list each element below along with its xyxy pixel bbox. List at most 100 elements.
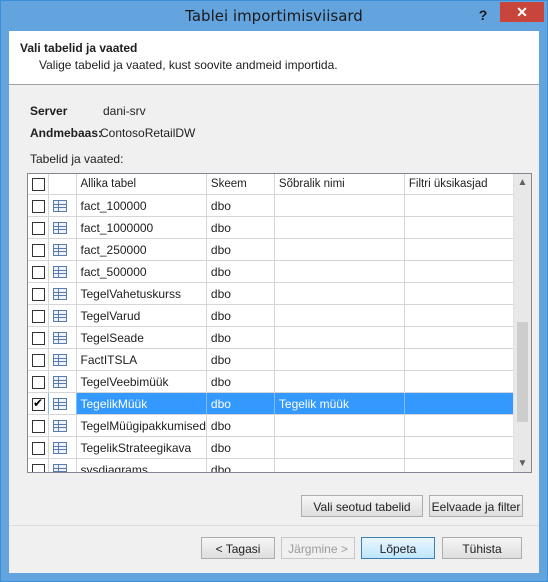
row-checkbox-cell[interactable]	[28, 414, 49, 437]
friendly-name-cell[interactable]	[274, 326, 405, 349]
table-row[interactable]: TegelVarud dbo	[28, 304, 515, 327]
source-table-cell[interactable]: TegelMüügipakkumised	[76, 414, 207, 437]
row-checkbox-cell[interactable]	[28, 282, 49, 305]
filter-details-cell[interactable]	[404, 348, 515, 371]
scroll-down-icon[interactable]: ▼	[514, 455, 531, 472]
filter-details-cell[interactable]	[404, 238, 515, 261]
row-checkbox[interactable]	[32, 309, 45, 323]
filter-details-cell[interactable]	[404, 282, 515, 305]
row-checkbox-cell[interactable]	[28, 458, 49, 472]
table-row[interactable]: fact_100000 dbo	[28, 194, 515, 217]
filter-details-cell[interactable]	[404, 304, 515, 327]
column-header-filter-details[interactable]: Filtri üksikasjad	[404, 174, 515, 195]
cancel-button[interactable]: Tühista	[442, 537, 522, 559]
column-header-schema[interactable]: Skeem	[206, 174, 275, 195]
row-checkbox[interactable]	[32, 375, 45, 389]
table-grid-icon	[52, 398, 67, 411]
column-header-source-table[interactable]: Allika tabel	[76, 174, 207, 195]
row-checkbox[interactable]	[32, 287, 45, 301]
select-related-tables-button[interactable]: Vali seotud tabelid	[301, 495, 423, 517]
friendly-name-cell[interactable]	[274, 458, 405, 472]
friendly-name-cell[interactable]	[274, 348, 405, 371]
close-button[interactable]: ✕	[500, 2, 544, 22]
header-subtitle: Valige tabelid ja vaated, kust soovite a…	[39, 58, 338, 72]
row-checkbox[interactable]	[32, 441, 45, 455]
source-table-cell[interactable]: fact_100000	[76, 194, 207, 217]
back-button[interactable]: < Tagasi	[201, 537, 275, 559]
row-checkbox[interactable]	[32, 199, 45, 213]
row-checkbox[interactable]	[32, 265, 45, 279]
row-checkbox-cell[interactable]	[28, 238, 49, 261]
row-checkbox-cell[interactable]	[28, 348, 49, 371]
row-checkbox[interactable]	[32, 396, 45, 411]
filter-details-cell[interactable]	[404, 436, 515, 459]
filter-details-cell[interactable]	[404, 216, 515, 239]
source-table-cell[interactable]: TegelVarud	[76, 304, 207, 327]
row-checkbox[interactable]	[32, 331, 45, 345]
filter-details-cell[interactable]	[404, 370, 515, 393]
preview-and-filter-button[interactable]: Eelvaade ja filter	[429, 495, 523, 517]
table-row[interactable]: TegelSeade dbo	[28, 326, 515, 349]
filter-details-cell[interactable]	[404, 326, 515, 349]
friendly-name-cell[interactable]: Tegelik müük	[274, 392, 405, 415]
row-checkbox-cell[interactable]	[28, 216, 49, 239]
table-row[interactable]: TegelikStrateegikava dbo	[28, 436, 515, 459]
row-checkbox-cell[interactable]	[28, 260, 49, 283]
table-row[interactable]: TegelVeebimüük dbo	[28, 370, 515, 393]
source-table-cell[interactable]: TegelikStrateegikava	[76, 436, 207, 459]
vertical-scrollbar[interactable]: ▲ ▼	[513, 174, 531, 472]
table-row[interactable]: fact_250000 dbo	[28, 238, 515, 261]
row-checkbox[interactable]	[32, 221, 45, 235]
filter-details-cell[interactable]	[404, 392, 515, 415]
row-checkbox-cell[interactable]	[28, 370, 49, 393]
row-checkbox-cell[interactable]	[28, 194, 49, 217]
filter-details-cell[interactable]	[404, 260, 515, 283]
friendly-name-cell[interactable]	[274, 216, 405, 239]
filter-details-cell[interactable]	[404, 194, 515, 217]
title-bar[interactable]: Tablei importimisviisard ? ✕	[1, 1, 547, 31]
help-icon[interactable]: ?	[473, 5, 493, 25]
friendly-name-cell[interactable]	[274, 238, 405, 261]
table-row[interactable]: TegelikMüükdboTegelik müük	[28, 392, 515, 415]
filter-details-cell[interactable]	[404, 458, 515, 472]
friendly-name-cell[interactable]	[274, 194, 405, 217]
source-table-cell[interactable]: FactITSLA	[76, 348, 207, 371]
select-all-cell[interactable]	[28, 174, 49, 195]
filter-details-cell[interactable]	[404, 414, 515, 437]
row-checkbox[interactable]	[32, 353, 45, 367]
table-row[interactable]: TegelMüügipakkumised dbo	[28, 414, 515, 437]
source-table-cell[interactable]: fact_1000000	[76, 216, 207, 239]
row-checkbox[interactable]	[32, 463, 45, 472]
source-table-cell[interactable]: TegelVeebimüük	[76, 370, 207, 393]
row-checkbox[interactable]	[32, 243, 45, 257]
friendly-name-cell[interactable]	[274, 414, 405, 437]
row-checkbox-cell[interactable]	[28, 436, 49, 459]
source-table-cell[interactable]: TegelVahetuskurss	[76, 282, 207, 305]
friendly-name-cell[interactable]	[274, 370, 405, 393]
table-row[interactable]: sysdiagrams dbo	[28, 458, 515, 472]
source-table-cell[interactable]: TegelikMüük	[76, 392, 207, 415]
row-checkbox-cell[interactable]	[28, 326, 49, 349]
scroll-up-icon[interactable]: ▲	[514, 174, 531, 191]
scrollbar-thumb[interactable]	[517, 322, 528, 422]
column-header-friendly-name[interactable]: Sõbralik nimi	[274, 174, 405, 195]
friendly-name-cell[interactable]	[274, 304, 405, 327]
source-table-cell[interactable]: fact_250000	[76, 238, 207, 261]
row-checkbox[interactable]	[32, 419, 45, 433]
table-row[interactable]: TegelVahetuskurss dbo	[28, 282, 515, 305]
next-button[interactable]: Järgmine >	[281, 537, 355, 559]
table-row[interactable]: FactITSLA dbo	[28, 348, 515, 371]
tables-grid[interactable]: Allika tabel Skeem Sõbralik nimi Filtri …	[27, 173, 532, 473]
table-row[interactable]: fact_1000000 dbo	[28, 216, 515, 239]
finish-button[interactable]: Lõpeta	[361, 537, 435, 559]
table-row[interactable]: fact_500000 dbo	[28, 260, 515, 283]
row-checkbox-cell[interactable]	[28, 304, 49, 327]
source-table-cell[interactable]: fact_500000	[76, 260, 207, 283]
source-table-cell[interactable]: sysdiagrams	[76, 458, 207, 472]
friendly-name-cell[interactable]	[274, 436, 405, 459]
source-table-cell[interactable]: TegelSeade	[76, 326, 207, 349]
friendly-name-cell[interactable]	[274, 282, 405, 305]
row-checkbox-cell[interactable]	[28, 392, 49, 415]
select-all-checkbox[interactable]	[32, 177, 45, 191]
friendly-name-cell[interactable]	[274, 260, 405, 283]
